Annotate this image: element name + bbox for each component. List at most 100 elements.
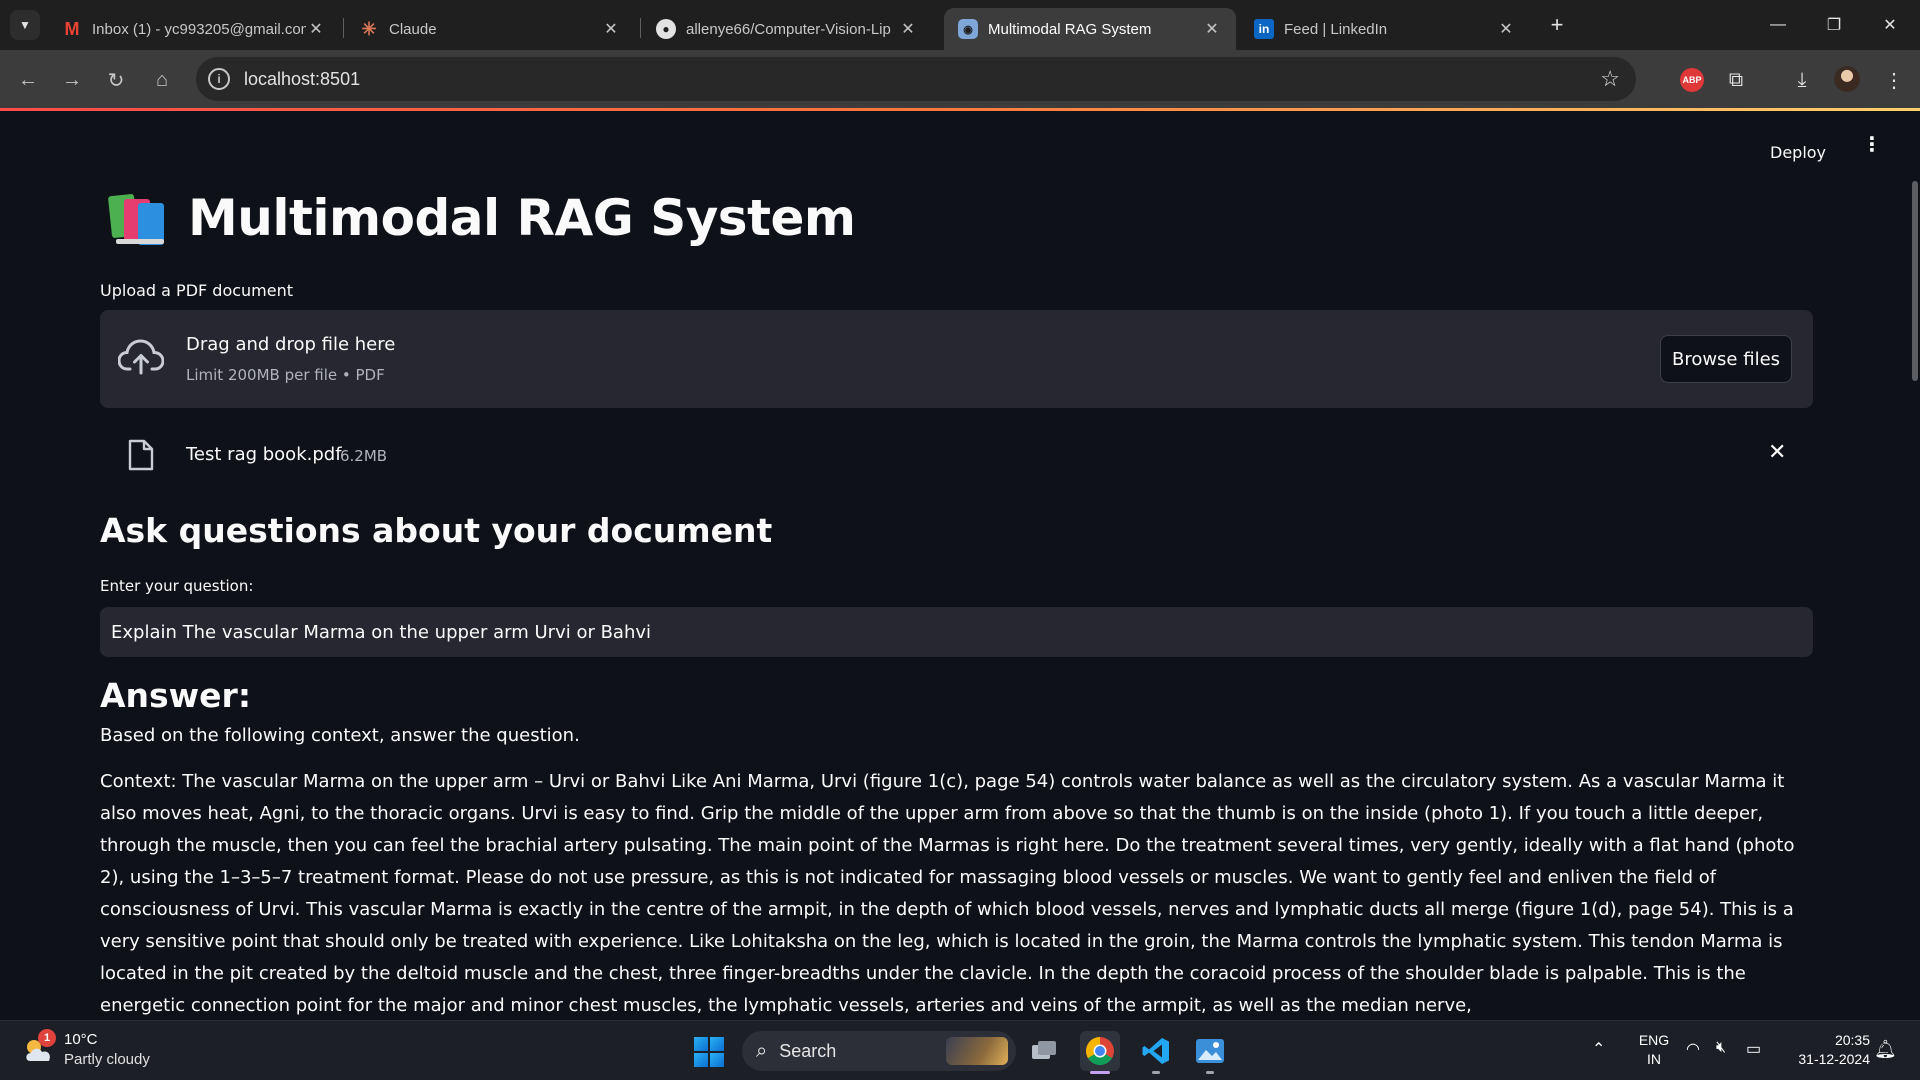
photos-icon xyxy=(1196,1039,1224,1063)
running-app-indicator xyxy=(1206,1071,1214,1074)
browser-tab-strip: ▼ M Inbox (1) - yc993205@gmail.com ✕ ✳ C… xyxy=(0,0,1920,50)
speaker-muted-icon[interactable]: 🔇︎ xyxy=(1716,1039,1726,1057)
home-icon: ⌂ xyxy=(155,68,169,91)
close-icon[interactable]: ✕ xyxy=(898,19,918,39)
back-button[interactable]: ← xyxy=(12,64,44,96)
puzzle-icon: ⧉ xyxy=(1728,68,1744,91)
page-title: Multimodal RAG System xyxy=(188,189,856,247)
tab-claude[interactable]: ✳ Claude ✕ xyxy=(345,8,635,50)
tab-title: Multimodal RAG System xyxy=(988,20,1152,38)
app-menu-icon[interactable]: ⋮ xyxy=(1862,134,1882,154)
file-dropzone[interactable]: Drag and drop file here Limit 200MB per … xyxy=(100,310,1813,408)
answer-heading: Answer: xyxy=(100,676,252,715)
downloads-button[interactable]: ⤓ xyxy=(1786,64,1818,96)
close-window-button[interactable]: ✕ xyxy=(1862,0,1918,50)
uploaded-file-name: Test rag book.pdf xyxy=(186,444,342,465)
remove-file-icon[interactable]: ✕ xyxy=(1768,440,1786,465)
close-icon: ✕ xyxy=(1883,17,1897,34)
tab-title: Feed | LinkedIn xyxy=(1284,20,1388,38)
url-text[interactable]: localhost:8501 xyxy=(244,69,1600,90)
streamlit-icon: ◉ xyxy=(958,19,978,39)
windows-start-button[interactable] xyxy=(694,1037,724,1067)
chevron-down-icon: ▼ xyxy=(19,18,31,32)
download-icon: ⤓ xyxy=(1797,68,1807,91)
close-icon[interactable]: ✕ xyxy=(601,19,621,39)
gmail-icon: M xyxy=(64,18,80,39)
tab-divider xyxy=(343,18,344,38)
close-icon[interactable]: ✕ xyxy=(1202,19,1222,39)
tab-github[interactable]: ● allenye66/Computer-Vision-Lip ✕ xyxy=(642,8,932,50)
browser-menu-button[interactable]: ⋮ xyxy=(1878,64,1910,96)
answer-context: Context: The vascular Marma on the upper… xyxy=(100,771,1795,1016)
search-icon: ⌕ xyxy=(756,1039,768,1062)
windows-taskbar: 1 10°C Partly cloudy ⌕ Search ⌃ ENG IN ◠… xyxy=(0,1020,1920,1080)
home-button[interactable]: ⌂ xyxy=(146,64,178,96)
chrome-icon xyxy=(1086,1037,1114,1065)
bookmark-star-icon[interactable]: ☆ xyxy=(1600,66,1620,92)
page-header: Multimodal RAG System xyxy=(107,189,856,247)
tab-multimodal-rag[interactable]: ◉ Multimodal RAG System ✕ xyxy=(944,8,1236,50)
task-view-button[interactable] xyxy=(1025,1031,1065,1071)
arrow-left-icon: ← xyxy=(18,68,38,91)
dropzone-limit-text: Limit 200MB per file • PDF xyxy=(186,366,385,384)
chevron-up-icon[interactable]: ⌃ xyxy=(1592,1039,1605,1059)
language-indicator[interactable]: ENG IN xyxy=(1636,1031,1672,1069)
tab-gmail[interactable]: M Inbox (1) - yc993205@gmail.com ✕ xyxy=(48,8,340,50)
reload-icon: ↻ xyxy=(107,69,125,92)
site-info-icon[interactable]: i xyxy=(208,68,230,90)
search-highlight-image xyxy=(946,1037,1008,1065)
uploaded-file-row: Test rag book.pdf 6.2MB ✕ xyxy=(100,427,1813,483)
weather-description[interactable]: Partly cloudy xyxy=(64,1051,150,1068)
close-icon[interactable]: ✕ xyxy=(1496,19,1516,39)
close-icon[interactable]: ✕ xyxy=(306,19,326,39)
taskbar-search[interactable]: ⌕ Search xyxy=(742,1031,1016,1071)
adblock-extension-icon[interactable]: ABP xyxy=(1680,68,1704,92)
deploy-button[interactable]: Deploy xyxy=(1770,143,1826,162)
system-clock[interactable]: 20:35 31-12-2024 xyxy=(1786,1031,1870,1069)
weather-alert-badge: 1 xyxy=(38,1029,56,1047)
kebab-menu-icon: ⋮ xyxy=(1884,69,1904,92)
restore-icon: ❐ xyxy=(1826,17,1842,34)
notification-bell-icon[interactable]: 🔔︎ xyxy=(1874,1039,1897,1060)
taskbar-search-label: Search xyxy=(779,1040,837,1061)
cloud-upload-icon xyxy=(118,339,164,375)
minimize-icon: — xyxy=(1770,16,1786,33)
tab-divider xyxy=(640,18,641,38)
linkedin-icon: in xyxy=(1254,19,1274,39)
ask-questions-heading: Ask questions about your document xyxy=(100,511,773,550)
reload-button[interactable]: ↻ xyxy=(100,64,132,96)
minimize-button[interactable]: — xyxy=(1750,0,1806,50)
weather-temperature[interactable]: 10°C xyxy=(64,1031,98,1048)
uploaded-file-size: 6.2MB xyxy=(340,447,388,465)
tab-title: Claude xyxy=(389,20,437,38)
taskbar-chrome[interactable] xyxy=(1080,1031,1120,1074)
plus-icon: + xyxy=(1550,12,1564,37)
clock-date: 31-12-2024 xyxy=(1798,1051,1870,1067)
arrow-right-icon: → xyxy=(62,68,82,91)
tab-title: allenye66/Computer-Vision-Lip xyxy=(686,20,891,38)
new-tab-button[interactable]: + xyxy=(1544,12,1570,38)
address-bar[interactable]: i localhost:8501 ☆ xyxy=(196,57,1636,101)
taskbar-vscode[interactable] xyxy=(1136,1031,1176,1074)
upload-label: Upload a PDF document xyxy=(100,281,294,300)
taskbar-photos[interactable] xyxy=(1190,1031,1230,1074)
wifi-icon[interactable]: ◠ xyxy=(1686,1039,1700,1059)
answer-intro: Based on the following context, answer t… xyxy=(100,725,580,746)
profile-avatar[interactable] xyxy=(1834,66,1860,92)
running-app-indicator xyxy=(1152,1071,1160,1074)
file-icon xyxy=(128,439,154,471)
question-input[interactable]: Explain The vascular Marma on the upper … xyxy=(100,607,1813,657)
page-scrollbar[interactable] xyxy=(1912,181,1918,381)
restore-button[interactable]: ❐ xyxy=(1806,0,1862,50)
battery-icon[interactable]: ▭ xyxy=(1746,1039,1761,1059)
forward-button[interactable]: → xyxy=(56,64,88,96)
tab-title: Inbox (1) - yc993205@gmail.com xyxy=(92,20,306,38)
tab-linkedin[interactable]: in Feed | LinkedIn ✕ xyxy=(1240,8,1530,50)
active-app-indicator xyxy=(1090,1071,1110,1074)
books-icon xyxy=(107,191,166,245)
tab-search-button[interactable]: ▼ xyxy=(10,10,40,40)
browse-files-button[interactable]: Browse files xyxy=(1660,335,1792,383)
app-main: Deploy ⋮ Multimodal RAG System Upload a … xyxy=(0,111,1920,1020)
extensions-button[interactable]: ⧉ xyxy=(1720,64,1752,96)
claude-icon: ✳ xyxy=(361,18,377,39)
